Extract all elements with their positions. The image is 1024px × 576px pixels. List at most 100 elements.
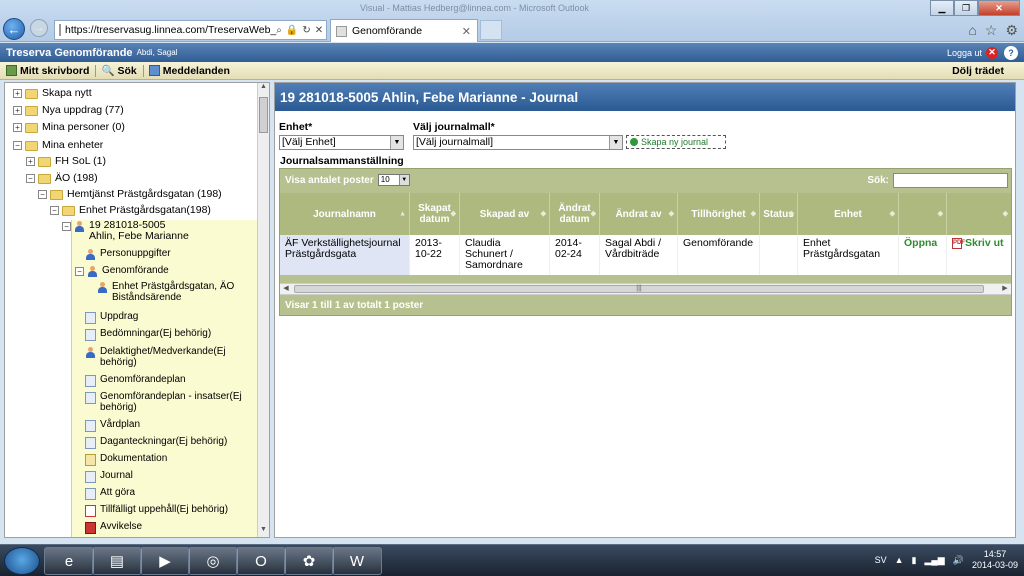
hide-tree-button[interactable]: Dölj trädet xyxy=(952,65,1010,77)
column-header[interactable]: Journalnamn ▲ xyxy=(280,193,410,235)
start-button[interactable] xyxy=(4,547,40,575)
tree-scrollbar[interactable]: ▲ ▼ xyxy=(257,83,269,537)
column-header[interactable]: Skapat datum ◆ xyxy=(410,193,460,235)
sidebar-item-att-gora[interactable]: Att göra xyxy=(85,487,250,500)
scroll-up-icon[interactable]: ▲ xyxy=(258,83,269,94)
favorites-star-icon[interactable]: ☆ xyxy=(985,22,998,39)
my-desk-label: Mitt skrivbord xyxy=(20,64,90,77)
sidebar-item-genomforandeplan-insatser[interactable]: Genomförandeplan - insatser(Ej behörig) xyxy=(85,391,250,413)
collapse-icon[interactable]: − xyxy=(62,222,71,231)
sidebar-item-journal[interactable]: Journal xyxy=(85,470,250,483)
restore-button[interactable]: ❐ xyxy=(954,0,978,16)
minimize-button[interactable]: ▁ xyxy=(930,0,954,16)
sidebar-item-enhet-bistand[interactable]: Enhet Prästgårdsgatan, ÄO Biståndsärende xyxy=(97,281,252,303)
tree-label: FH SoL (1) xyxy=(55,155,106,167)
tree-node-person[interactable]: − 19 281018-5005 Ahlin, Febe Marianne xyxy=(62,220,189,242)
refresh-icon[interactable]: ↻ xyxy=(302,25,310,36)
print-link[interactable]: PDF Skriv ut xyxy=(952,238,1006,249)
taskbar-explorer-icon[interactable]: ▤ xyxy=(92,547,142,575)
logout-link[interactable]: Logga ut ✕ xyxy=(947,46,998,59)
column-header[interactable]: Skapad av ◆ xyxy=(460,193,550,235)
tree-node-fh-sol[interactable]: + FH SoL (1) xyxy=(26,155,106,167)
collapse-icon[interactable]: − xyxy=(13,141,22,150)
column-header[interactable]: Enhet ◆ xyxy=(798,193,899,235)
search-icon[interactable]: ⌕ xyxy=(276,25,282,36)
lock-icon[interactable]: 🔒 xyxy=(286,25,298,36)
scroll-down-icon[interactable]: ▼ xyxy=(258,526,269,537)
expand-icon[interactable]: + xyxy=(13,89,22,98)
tree-node-create-new[interactable]: + Skapa nytt xyxy=(13,87,92,99)
unit-select[interactable]: [Välj Enhet] ▼ xyxy=(279,135,404,150)
clock[interactable]: 14:57 2014-03-09 xyxy=(972,549,1018,571)
taskbar-outlook-icon[interactable]: O xyxy=(236,547,286,575)
sidebar-item-uppdrag[interactable]: Uppdrag xyxy=(85,311,250,324)
forward-button[interactable]: → xyxy=(30,19,48,37)
sidebar-item-tillfalligt-uppehall[interactable]: Tillfälligt uppehåll(Ej behörig) xyxy=(85,504,250,517)
entries-select[interactable]: 10 ▼ xyxy=(377,174,410,186)
grid-search-input[interactable] xyxy=(893,172,1008,188)
home-icon[interactable]: ⌂ xyxy=(968,22,976,39)
table-row[interactable]: ÄF Verkställighetsjournal Prästgårdsgata… xyxy=(280,235,1011,275)
tab-close-icon[interactable]: ✕ xyxy=(462,25,471,38)
stop-icon[interactable]: ✕ xyxy=(315,25,323,36)
sidebar-item-dokumentation[interactable]: Dokumentation xyxy=(85,453,250,466)
signal-icon[interactable]: ▂▄▆ xyxy=(925,555,945,566)
volume-icon[interactable]: 🔊 xyxy=(953,555,964,566)
taskbar-network-icon[interactable]: ◎ xyxy=(188,547,238,575)
sub-item-label: Personuppgifter xyxy=(100,248,171,259)
column-header[interactable]: Ändrat datum ◆ xyxy=(550,193,600,235)
tray-expand-icon[interactable]: ▲ xyxy=(895,555,904,565)
expand-icon[interactable]: + xyxy=(26,157,35,166)
tree-node-ao[interactable]: − ÄO (198) xyxy=(26,172,98,184)
new-journal-button[interactable]: Skapa ny journal xyxy=(626,135,726,149)
collapse-icon[interactable]: − xyxy=(26,174,35,183)
taskbar-flower-app-icon[interactable]: ✿ xyxy=(284,547,334,575)
sidebar-item-personuppgifter[interactable]: Personuppgifter xyxy=(85,248,250,260)
sidebar-item-bedomningar[interactable]: Bedömningar(Ej behörig) xyxy=(85,328,250,341)
address-bar[interactable]: https://treservasug.linnea.com/TreservaW… xyxy=(54,20,327,40)
taskbar-internet-explorer-icon[interactable]: e xyxy=(44,547,94,575)
sidebar-item-delaktighet[interactable]: Delaktighet/Medverkande(Ej behörig) xyxy=(85,346,250,368)
expand-icon[interactable]: + xyxy=(13,123,22,132)
back-button[interactable]: ← xyxy=(3,18,25,40)
tree-node-hemtjanst[interactable]: − Hemtjänst Prästgårdsgatan (198) xyxy=(38,188,222,200)
sidebar-item-vardplan[interactable]: Vårdplan xyxy=(85,419,250,432)
grid-horizontal-scrollbar[interactable]: ◀ ||| ▶ xyxy=(280,283,1011,295)
messages-button[interactable]: Meddelanden xyxy=(148,65,236,77)
sidebar-item-daganteckningar[interactable]: Daganteckningar(Ej behörig) xyxy=(85,436,250,449)
window-close-button[interactable]: ✕ xyxy=(978,0,1020,16)
expand-icon[interactable]: + xyxy=(13,106,22,115)
column-header[interactable]: ◆ xyxy=(947,193,1011,235)
sidebar-item-avvikelse[interactable]: Avvikelse xyxy=(85,521,250,534)
browser-tab[interactable]: Genomförande ✕ xyxy=(330,19,478,42)
tree-node-enhet[interactable]: − Enhet Prästgårdsgatan(198) xyxy=(50,204,211,216)
tree-node-my-persons[interactable]: + Mina personer (0) xyxy=(13,121,125,133)
my-desk-button[interactable]: Mitt skrivbord xyxy=(6,65,95,77)
scroll-thumb[interactable]: ||| xyxy=(294,285,984,293)
taskbar-word-icon[interactable]: W xyxy=(332,547,382,575)
collapse-icon[interactable]: − xyxy=(50,206,59,215)
new-tab-button[interactable] xyxy=(480,20,502,40)
settings-gear-icon[interactable]: ⚙ xyxy=(1005,22,1018,39)
column-header[interactable]: Status ◆ xyxy=(760,193,798,235)
scroll-left-icon[interactable]: ◀ xyxy=(280,284,292,294)
column-header[interactable]: Ändrat av ◆ xyxy=(600,193,678,235)
tree-node-new-tasks[interactable]: + Nya uppdrag (77) xyxy=(13,104,124,116)
scroll-right-icon[interactable]: ▶ xyxy=(999,284,1011,294)
language-indicator[interactable]: SV xyxy=(875,555,887,565)
column-header[interactable]: Tillhörighet ◆ xyxy=(678,193,760,235)
sidebar-item-genomforande[interactable]: − Genomförande xyxy=(75,265,252,277)
collapse-icon[interactable]: − xyxy=(75,267,84,276)
taskbar-media-icon[interactable]: ▶ xyxy=(140,547,190,575)
open-link[interactable]: Öppna xyxy=(904,237,937,249)
cell-unit: Enhet Prästgårdsgatan xyxy=(798,235,899,275)
tree-node-my-units[interactable]: − Mina enheter xyxy=(13,139,103,151)
column-header[interactable]: ◆ xyxy=(899,193,947,235)
collapse-icon[interactable]: − xyxy=(38,190,47,199)
sidebar-item-genomforandeplan[interactable]: Genomförandeplan xyxy=(85,374,250,387)
search-button[interactable]: 🔍 Sök xyxy=(101,64,142,78)
template-select[interactable]: [Välj journalmall] ▼ xyxy=(413,135,623,150)
battery-icon[interactable]: ▮ xyxy=(912,555,917,566)
help-icon[interactable]: ? xyxy=(1004,45,1018,60)
scroll-thumb[interactable] xyxy=(259,97,268,133)
